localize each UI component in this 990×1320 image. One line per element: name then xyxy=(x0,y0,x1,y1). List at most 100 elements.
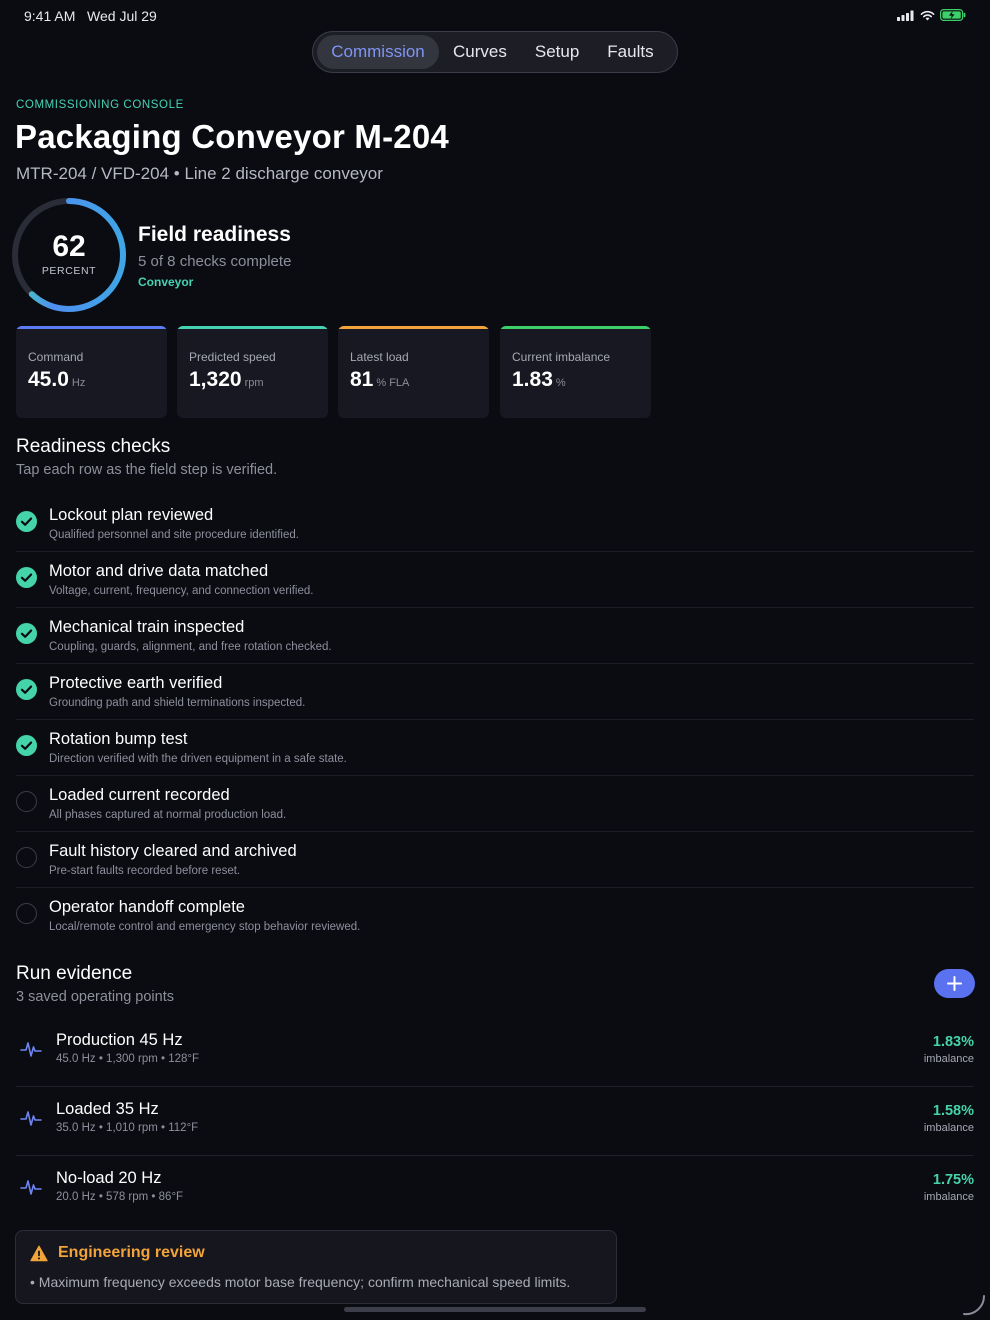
empty-circle-icon xyxy=(16,791,37,812)
metric-accent-bar xyxy=(16,326,167,329)
checkmark-circle-icon xyxy=(16,623,37,644)
readiness-percent-label: PERCENT xyxy=(41,265,97,277)
run-imbalance-label: imbalance xyxy=(923,1053,974,1065)
eyebrow-label: COMMISSIONING CONSOLE xyxy=(16,99,184,111)
readiness-subtitle: 5 of 8 checks complete xyxy=(138,253,292,270)
check-row-mechanical-train[interactable]: Mechanical train inspected Coupling, gua… xyxy=(16,608,974,664)
run-imbalance-label: imbalance xyxy=(923,1122,974,1134)
metric-value: 1.83 xyxy=(512,368,553,391)
run-title: Loaded 35 Hz xyxy=(56,1100,159,1118)
check-row-fault-history[interactable]: Fault history cleared and archived Pre-s… xyxy=(16,832,974,888)
waveform-icon xyxy=(20,1111,42,1126)
home-indicator xyxy=(344,1307,646,1312)
metric-card-command: Command 45.0 Hz xyxy=(16,326,167,418)
readiness-checks-subtitle: Tap each row as the field step is verifi… xyxy=(16,462,278,478)
metric-unit: % xyxy=(555,377,566,389)
readiness-checks-heading: Readiness checks xyxy=(16,436,171,457)
check-title: Fault history cleared and archived xyxy=(49,842,297,860)
readiness-check-list: Lockout plan reviewed Qualified personne… xyxy=(16,496,974,944)
check-title: Operator handoff complete xyxy=(49,898,245,916)
page-title: Packaging Conveyor M-204 xyxy=(15,118,449,155)
run-imbalance-value: 1.58% xyxy=(932,1103,974,1119)
metric-label: Command xyxy=(28,350,84,364)
check-description: Pre-start faults recorded before reset. xyxy=(49,865,241,877)
check-title: Loaded current recorded xyxy=(49,786,230,804)
metric-value: 1,320 xyxy=(189,368,242,391)
metric-unit: rpm xyxy=(244,377,264,389)
tab-curves[interactable]: Curves xyxy=(439,35,521,69)
checkmark-circle-icon xyxy=(16,511,37,532)
metric-label: Predicted speed xyxy=(189,350,276,364)
tab-faults[interactable]: Faults xyxy=(593,35,667,69)
page-subtitle: MTR-204 / VFD-204 • Line 2 discharge con… xyxy=(16,164,383,183)
run-imbalance-label: imbalance xyxy=(923,1191,974,1203)
tab-commission[interactable]: Commission xyxy=(317,35,439,69)
plus-icon xyxy=(947,976,962,991)
cellular-signal-icon xyxy=(897,10,914,21)
engineering-review-card: Engineering review • Maximum frequency e… xyxy=(15,1230,617,1304)
review-message: • Maximum frequency exceeds motor base f… xyxy=(30,1274,571,1290)
run-details: 20.0 Hz • 578 rpm • 86°F xyxy=(56,1191,184,1203)
tab-setup[interactable]: Setup xyxy=(521,35,593,69)
status-time: 9:41 AM Wed Jul 29 xyxy=(24,8,157,24)
run-evidence-heading: Run evidence xyxy=(16,963,133,984)
status-bar: 9:41 AM Wed Jul 29 xyxy=(0,0,990,30)
metric-value-row: 1,320 rpm xyxy=(189,368,264,392)
run-details: 35.0 Hz • 1,010 rpm • 112°F xyxy=(56,1122,199,1134)
metric-value-row: 45.0 Hz xyxy=(28,368,85,392)
metric-label: Current imbalance xyxy=(512,350,611,364)
check-row-lockout-plan[interactable]: Lockout plan reviewed Qualified personne… xyxy=(16,496,974,552)
checkmark-circle-icon xyxy=(16,735,37,756)
checkmark-circle-icon xyxy=(16,567,37,588)
run-row-production-45hz[interactable]: Production 45 Hz 45.0 Hz • 1,300 rpm • 1… xyxy=(16,1018,974,1087)
metric-label: Latest load xyxy=(350,350,409,364)
section-tab-bar: Commission Curves Setup Faults xyxy=(312,31,678,73)
battery-charging-icon xyxy=(940,9,966,21)
empty-circle-icon xyxy=(16,903,37,924)
check-title: Lockout plan reviewed xyxy=(49,506,214,524)
metric-accent-bar xyxy=(338,326,489,329)
metric-value: 45.0 xyxy=(28,368,69,391)
waveform-icon xyxy=(20,1180,42,1195)
run-details: 45.0 Hz • 1,300 rpm • 128°F xyxy=(56,1053,200,1065)
check-description: Qualified personnel and site procedure i… xyxy=(49,529,299,541)
metric-value-row: 1.83% xyxy=(512,368,566,392)
metric-card-current-imbalance: Current imbalance 1.83% xyxy=(500,326,651,418)
check-description: Direction verified with the driven equip… xyxy=(49,753,347,765)
run-title: Production 45 Hz xyxy=(56,1031,183,1049)
metric-accent-bar xyxy=(177,326,328,329)
metric-card-predicted-speed: Predicted speed 1,320 rpm xyxy=(177,326,328,418)
readiness-title: Field readiness xyxy=(138,223,291,246)
run-imbalance-value: 1.75% xyxy=(932,1172,974,1188)
check-row-protective-earth[interactable]: Protective earth verified Grounding path… xyxy=(16,664,974,720)
check-description: Grounding path and shield terminations i… xyxy=(49,697,306,709)
check-row-rotation-bump[interactable]: Rotation bump test Direction verified wi… xyxy=(16,720,974,776)
resize-handle-icon[interactable] xyxy=(960,1290,988,1318)
check-description: Coupling, guards, alignment, and free ro… xyxy=(49,641,332,653)
add-run-button[interactable] xyxy=(934,969,975,998)
metric-card-latest-load: Latest load 81% FLA xyxy=(338,326,489,418)
check-description: Local/remote control and emergency stop … xyxy=(49,921,361,933)
check-description: All phases captured at normal production… xyxy=(49,809,287,821)
wifi-icon xyxy=(920,10,935,20)
run-row-loaded-35hz[interactable]: Loaded 35 Hz 35.0 Hz • 1,010 rpm • 112°F… xyxy=(16,1087,974,1156)
review-title: Engineering review xyxy=(58,1244,205,1261)
warning-triangle-icon xyxy=(30,1245,48,1262)
readiness-percent-value: 62 xyxy=(52,230,86,263)
equipment-type-tag: Conveyor xyxy=(138,275,194,289)
check-row-loaded-current[interactable]: Loaded current recorded All phases captu… xyxy=(16,776,974,832)
check-row-operator-handoff[interactable]: Operator handoff complete Local/remote c… xyxy=(16,888,974,944)
status-icons xyxy=(897,9,966,21)
check-title: Rotation bump test xyxy=(49,730,188,748)
check-title: Mechanical train inspected xyxy=(49,618,245,636)
date-text: Wed Jul 29 xyxy=(87,8,157,24)
empty-circle-icon xyxy=(16,847,37,868)
check-description: Voltage, current, frequency, and connect… xyxy=(49,585,314,597)
metric-value-row: 81% FLA xyxy=(350,368,409,392)
run-row-no-load-20hz[interactable]: No-load 20 Hz 20.0 Hz • 578 rpm • 86°F 1… xyxy=(16,1156,974,1225)
metric-unit: % FLA xyxy=(376,377,410,389)
run-evidence-subtitle: 3 saved operating points xyxy=(16,989,174,1005)
check-row-motor-drive-data[interactable]: Motor and drive data matched Voltage, cu… xyxy=(16,552,974,608)
metric-accent-bar xyxy=(500,326,651,329)
time-text: 9:41 AM xyxy=(24,8,76,24)
